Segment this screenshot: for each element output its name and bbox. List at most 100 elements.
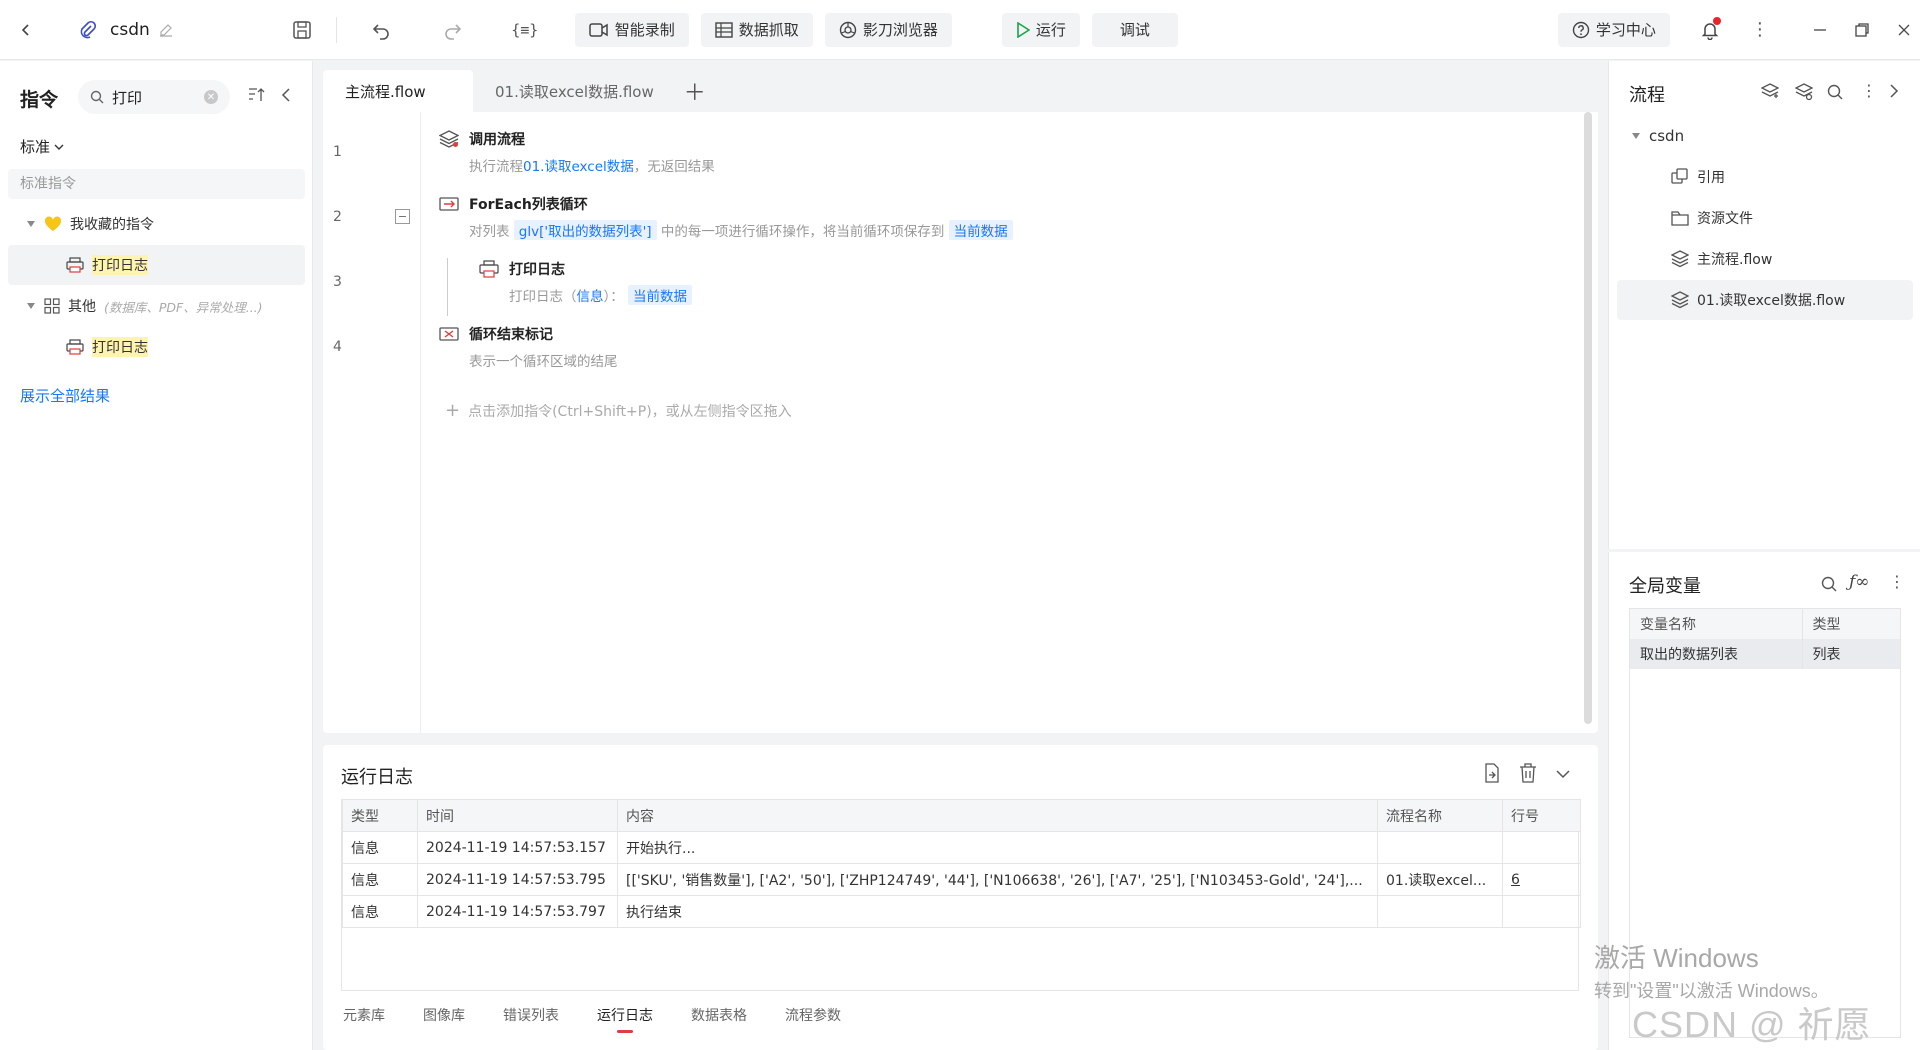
other-group[interactable]: 其他 (数据库、PDF、异常处理...) bbox=[26, 296, 263, 316]
tab-main-flow[interactable]: 主流程.flow bbox=[323, 70, 473, 112]
tab-data-table[interactable]: 数据表格 bbox=[691, 1005, 747, 1025]
step-call-flow[interactable]: 调用流程 执行流程01.读取excel数据，无返回结果 bbox=[439, 129, 715, 175]
more-vertical-icon[interactable]: ⋮ bbox=[1889, 572, 1905, 591]
more-vertical-icon[interactable]: ⋮ bbox=[1744, 14, 1776, 46]
flow-tree-item-resources[interactable]: 资源文件 bbox=[1671, 208, 1753, 228]
more-vertical-icon[interactable]: ⋮ bbox=[1861, 81, 1877, 100]
table-row[interactable]: 取出的数据列表 列表 bbox=[1630, 639, 1900, 669]
editor-scrollbar[interactable] bbox=[1584, 112, 1592, 724]
collapse-loop-icon[interactable]: − bbox=[395, 209, 410, 224]
command-search-box[interactable]: 打印 ✕ bbox=[78, 80, 230, 114]
called-flow-link[interactable]: 01.读取excel数据 bbox=[523, 159, 634, 175]
printer-icon bbox=[479, 260, 499, 278]
log-table-header: 类型 时间 内容 流程名称 行号 bbox=[342, 799, 1581, 832]
code-braces-icon[interactable]: {≡} bbox=[509, 14, 541, 46]
log-content-cell: [['SKU', '销售数量'], ['A2', '50'], ['ZHP124… bbox=[617, 863, 1378, 896]
log-line-cell bbox=[1502, 831, 1581, 864]
command-item-print-log-favorite[interactable]: 打印日志 bbox=[8, 245, 305, 285]
column-header-line: 行号 bbox=[1502, 799, 1581, 832]
search-input[interactable]: 打印 bbox=[112, 87, 196, 108]
log-table-frame: 类型 时间 内容 流程名称 行号 信息 2024-11-19 14:57:53.… bbox=[341, 799, 1581, 991]
column-header-type: 类型 bbox=[1812, 617, 1841, 633]
csdn-watermark: CSDN @ 祈愿 bbox=[1632, 1004, 1872, 1045]
data-capture-button[interactable]: 数据抓取 bbox=[700, 12, 813, 47]
tab-element-library[interactable]: 元素库 bbox=[343, 1005, 385, 1025]
tab-read-excel-flow[interactable]: 01.读取excel数据.flow bbox=[473, 70, 676, 112]
search-icon[interactable] bbox=[1827, 84, 1843, 104]
step-loop-end[interactable]: 循环结束标记 表示一个循环区域的结尾 bbox=[439, 324, 618, 370]
loop-indent-guide bbox=[447, 258, 448, 316]
minimize-icon[interactable] bbox=[1804, 14, 1836, 46]
chevron-right-icon[interactable] bbox=[1889, 83, 1899, 103]
log-content-cell: 开始执行... bbox=[617, 831, 1378, 864]
play-icon bbox=[1017, 21, 1030, 38]
log-type-cell: 信息 bbox=[342, 831, 418, 864]
command-item-print-log-other[interactable]: 打印日志 bbox=[8, 327, 305, 367]
column-header-name: 变量名称 bbox=[1630, 609, 1803, 639]
function-icon[interactable]: ƒ∞ bbox=[1849, 572, 1869, 592]
flow-settings-icon[interactable] bbox=[1794, 83, 1814, 105]
project-name: csdn bbox=[110, 19, 150, 40]
flow-tree-item-references[interactable]: 引用 bbox=[1671, 167, 1725, 187]
back-arrow-icon[interactable] bbox=[10, 14, 42, 46]
toolbar-divider bbox=[335, 16, 337, 43]
category-dropdown[interactable]: 标准 bbox=[20, 136, 64, 157]
flow-editor: 主流程.flow 01.读取excel数据.flow ＋ 1 2 3 4 − 调… bbox=[323, 70, 1598, 733]
editor-tabs: 主流程.flow 01.读取excel数据.flow ＋ bbox=[323, 70, 1598, 112]
table-row[interactable]: 信息 2024-11-19 14:57:53.797 执行结束 bbox=[342, 895, 1581, 928]
section-label: 标准指令 bbox=[8, 169, 305, 199]
table-row[interactable]: 信息 2024-11-19 14:57:53.795 [['SKU', '销售数… bbox=[342, 863, 1581, 896]
restore-window-icon[interactable] bbox=[1846, 14, 1878, 46]
sort-icon[interactable] bbox=[248, 87, 266, 107]
shadowbot-browser-button[interactable]: 影刀浏览器 bbox=[824, 12, 952, 47]
question-circle-icon bbox=[1572, 21, 1590, 38]
show-all-results-link[interactable]: 展示全部结果 bbox=[20, 385, 110, 406]
flow-tree-item-main-flow[interactable]: 主流程.flow bbox=[1671, 249, 1772, 269]
save-icon[interactable] bbox=[286, 14, 318, 46]
bell-icon[interactable] bbox=[1694, 14, 1726, 46]
run-button[interactable]: 运行 bbox=[1001, 12, 1080, 47]
print-value-tag[interactable]: 当前数据 bbox=[628, 285, 693, 305]
log-line-link[interactable]: 6 bbox=[1502, 863, 1581, 896]
log-time-cell: 2024-11-19 14:57:53.797 bbox=[417, 895, 618, 928]
learning-center-button[interactable]: 学习中心 bbox=[1557, 12, 1670, 47]
add-command-hint[interactable]: + 点击添加指令(Ctrl+Shift+P)，或从左侧指令区拖入 bbox=[445, 400, 792, 421]
undo-icon[interactable] bbox=[365, 14, 397, 46]
clear-log-icon[interactable] bbox=[1519, 763, 1537, 787]
smart-record-button[interactable]: 智能录制 bbox=[574, 12, 689, 47]
plus-icon: + bbox=[445, 400, 461, 421]
add-tab-icon[interactable]: ＋ bbox=[676, 70, 714, 112]
line-gutter bbox=[323, 112, 421, 733]
folder-resource-icon bbox=[1671, 211, 1689, 226]
log-type-cell: 信息 bbox=[342, 863, 418, 896]
collapse-log-icon[interactable] bbox=[1555, 767, 1571, 783]
column-header-content: 内容 bbox=[617, 799, 1378, 832]
step-print-log[interactable]: 打印日志 打印日志（信息）： 当前数据 bbox=[479, 259, 693, 305]
new-flow-icon[interactable] bbox=[1760, 83, 1780, 105]
tab-flow-params[interactable]: 流程参数 bbox=[785, 1005, 841, 1025]
loop-item-tag[interactable]: 当前数据 bbox=[948, 220, 1013, 240]
line-number: 1 bbox=[333, 144, 342, 160]
close-icon[interactable] bbox=[1888, 14, 1920, 46]
flow-tree-root[interactable]: csdn bbox=[1631, 127, 1684, 145]
favorites-group[interactable]: 我收藏的指令 bbox=[26, 214, 154, 234]
tab-run-log[interactable]: 运行日志 bbox=[597, 1005, 653, 1033]
step-foreach-loop[interactable]: ForEach列表循环 对列表 glv['取出的数据列表'] 中的每一项进行循环… bbox=[439, 194, 1013, 240]
heart-icon bbox=[44, 216, 62, 231]
log-level-link[interactable]: 信息 bbox=[577, 289, 604, 305]
collapse-panel-icon[interactable] bbox=[280, 87, 292, 107]
loop-icon bbox=[439, 197, 459, 211]
flow-tree-item-read-excel-selected[interactable]: 01.读取excel数据.flow bbox=[1617, 280, 1913, 320]
printer-icon bbox=[66, 257, 84, 273]
tab-error-list[interactable]: 错误列表 bbox=[503, 1005, 559, 1025]
list-variable-tag[interactable]: glv['取出的数据列表'] bbox=[513, 220, 657, 240]
redo-icon[interactable] bbox=[437, 14, 469, 46]
other-group-hint: (数据库、PDF、异常处理...) bbox=[104, 299, 263, 315]
table-row[interactable]: 信息 2024-11-19 14:57:53.157 开始执行... bbox=[342, 831, 1581, 864]
search-icon[interactable] bbox=[1821, 576, 1837, 596]
clear-search-icon[interactable]: ✕ bbox=[204, 90, 218, 104]
export-log-icon[interactable] bbox=[1483, 763, 1501, 787]
tab-image-library[interactable]: 图像库 bbox=[423, 1005, 465, 1025]
edit-pencil-icon[interactable] bbox=[150, 14, 182, 46]
debug-button[interactable]: 调试 bbox=[1091, 12, 1178, 47]
